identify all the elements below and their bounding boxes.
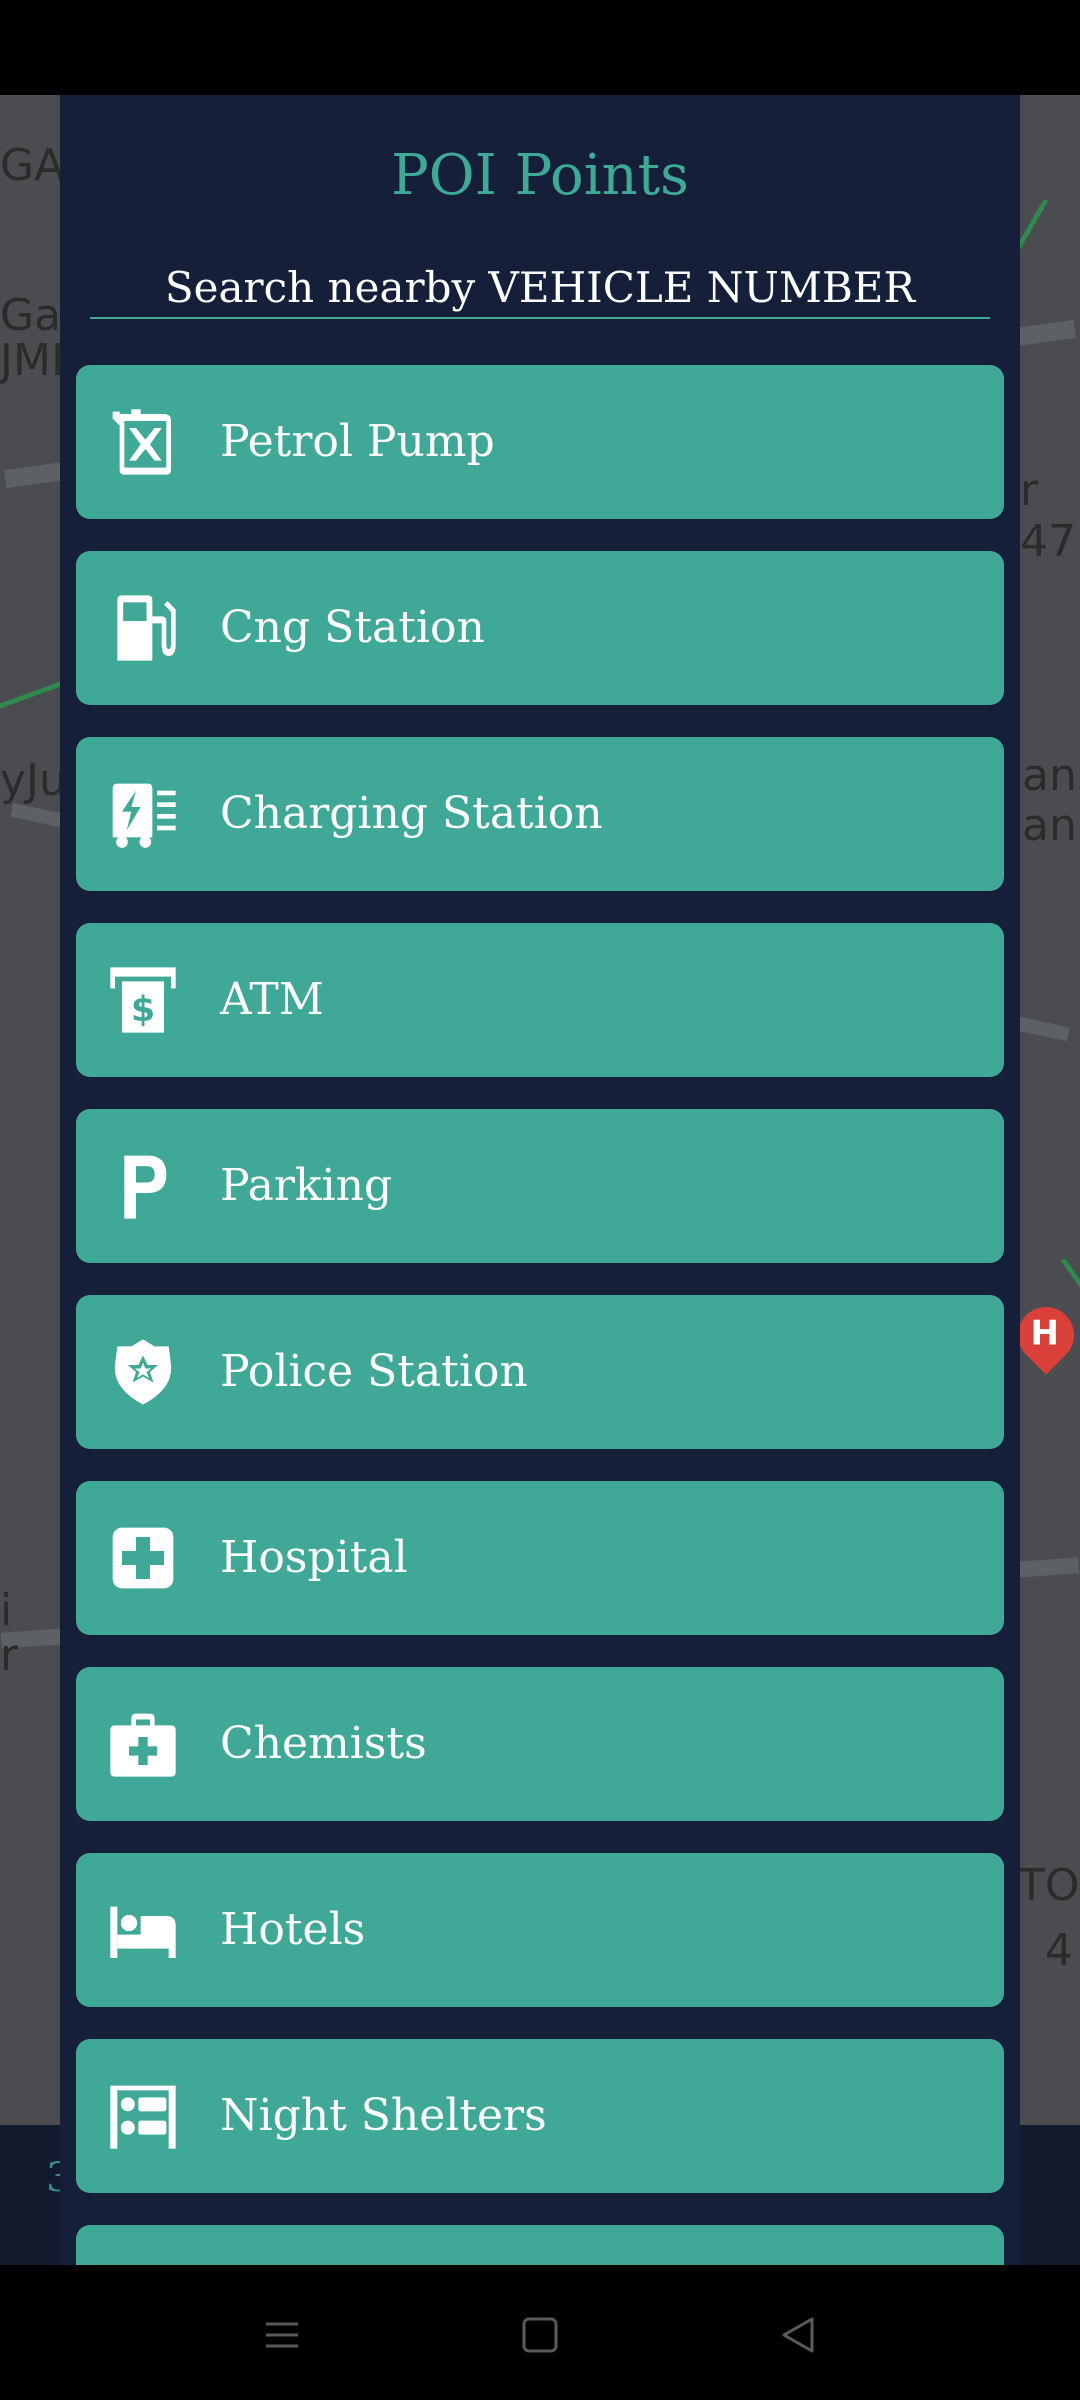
poi-label: Cng Station — [220, 602, 485, 653]
map-label: r 47 — [1020, 465, 1076, 567]
poi-label: Parking — [220, 1160, 393, 1211]
poi-label: ATM — [220, 974, 324, 1025]
medical-bag-icon — [106, 1707, 180, 1781]
poi-item-police-station[interactable]: Police Station — [76, 1295, 1004, 1449]
map-label: anu — [1022, 800, 1080, 851]
poi-item-partial[interactable] — [76, 2225, 1004, 2265]
poi-item-atm[interactable]: $ ATM — [76, 923, 1004, 1077]
poi-item-night-shelters[interactable]: Night Shelters — [76, 2039, 1004, 2193]
map-label: r — [0, 1630, 19, 1681]
poi-item-hotels[interactable]: Hotels — [76, 1853, 1004, 2007]
charging-station-icon — [106, 777, 180, 851]
atm-icon: $ — [106, 963, 180, 1037]
dialog-title: POI Points — [391, 143, 689, 208]
menu-icon[interactable] — [252, 2305, 312, 2365]
poi-label: Charging Station — [220, 788, 603, 839]
poi-item-hospital[interactable]: Hospital — [76, 1481, 1004, 1635]
poi-label: Police Station — [220, 1346, 528, 1397]
home-square-icon[interactable] — [510, 2305, 570, 2365]
poi-label: Petrol Pump — [220, 416, 495, 467]
poi-label: Night Shelters — [220, 2090, 547, 2141]
poi-item-parking[interactable]: Parking — [76, 1109, 1004, 1263]
poi-dialog: POI Points Search nearby VEHICLE NUMBER … — [60, 95, 1020, 2265]
parking-icon — [106, 1149, 180, 1223]
shelter-bed-icon — [106, 2079, 180, 2153]
poi-item-charging-station[interactable]: Charging Station — [76, 737, 1004, 891]
pin-letter: H — [1030, 1313, 1059, 1354]
map-label: i — [0, 1585, 13, 1636]
gas-pump-icon — [106, 591, 180, 665]
poi-item-petrol-pump[interactable]: Petrol Pump — [76, 365, 1004, 519]
poi-label: Hotels — [220, 1904, 366, 1955]
map-label: ank — [1022, 750, 1080, 801]
poi-label: Chemists — [220, 1718, 427, 1769]
fuel-can-icon — [106, 405, 180, 479]
title-divider — [90, 317, 990, 319]
system-nav-bar — [0, 2265, 1080, 2400]
bed-icon — [106, 1893, 180, 1967]
map-label: 4 — [1045, 1925, 1073, 1976]
hospital-cross-icon — [106, 1521, 180, 1595]
police-badge-icon — [106, 1335, 180, 1409]
poi-item-cng-station[interactable]: Cng Station — [76, 551, 1004, 705]
dialog-subtitle: Search nearby VEHICLE NUMBER — [164, 263, 916, 312]
svg-text:$: $ — [131, 990, 155, 1030]
map-label: TO — [1018, 1860, 1080, 1911]
poi-item-chemists[interactable]: Chemists — [76, 1667, 1004, 1821]
status-bar — [0, 0, 1080, 95]
poi-label: Hospital — [220, 1532, 408, 1583]
back-triangle-icon[interactable] — [768, 2305, 828, 2365]
